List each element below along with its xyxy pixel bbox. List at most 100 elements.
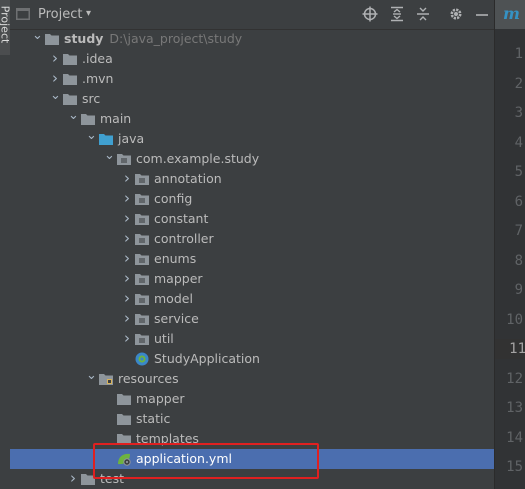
tree-row-static[interactable]: static [10, 409, 494, 429]
tree-item-label: mapper [154, 271, 203, 286]
tree-item-label: mapper [136, 391, 185, 406]
chevron-right-icon[interactable]: › [50, 69, 60, 89]
locate-file-button[interactable] [362, 6, 378, 22]
project-panel: Project ▾ ⌄ study D:\java_project\study … [10, 0, 494, 489]
tree-row-util[interactable]: › util [10, 329, 494, 349]
chevron-right-icon[interactable]: › [122, 289, 132, 309]
chevron-right-icon[interactable]: › [122, 229, 132, 249]
line-number: 12 [506, 370, 523, 387]
package-icon [134, 212, 149, 225]
collapse-all-icon [417, 7, 429, 21]
tree-row-study[interactable]: ⌄ study D:\java_project\study [10, 29, 494, 49]
chevron-right-icon[interactable]: › [68, 469, 78, 489]
project-panel-header: Project ▾ [10, 0, 494, 30]
tree-row-com-example-study[interactable]: ⌄ com.example.study [10, 149, 494, 169]
chevron-down-icon[interactable]: ⌄ [68, 109, 79, 129]
package-icon [134, 172, 149, 185]
chevron-right-icon[interactable]: › [122, 249, 132, 269]
line-number: 5 [514, 164, 523, 180]
chevron-down-icon[interactable]: ⌄ [104, 149, 115, 169]
chevron-down-icon[interactable]: ⌄ [50, 89, 61, 109]
project-path: D:\java_project\study [109, 31, 243, 46]
tree-item-label: .idea [82, 51, 113, 66]
chevron-right-icon[interactable]: › [122, 209, 132, 229]
tree-item-label: java [118, 131, 145, 146]
tree-row-enums[interactable]: › enums [10, 249, 494, 269]
tree-item-label: main [100, 111, 132, 126]
package-icon [134, 292, 149, 305]
highlight-annotation-box [93, 443, 319, 479]
folder-blue-icon [98, 132, 113, 145]
minimize-icon [476, 14, 488, 16]
tree-row-model[interactable]: › model [10, 289, 494, 309]
line-number: 6 [514, 193, 523, 210]
line-number: 1 [514, 46, 523, 62]
project-window-icon [16, 8, 30, 20]
crosshair-icon [362, 6, 378, 22]
line-number: 11 [495, 339, 525, 359]
tree-row-constant[interactable]: › constant [10, 209, 494, 229]
tree-item-label: controller [154, 231, 214, 246]
line-number: 9 [514, 282, 523, 298]
tree-row-service[interactable]: › service [10, 309, 494, 329]
view-dropdown-icon[interactable]: ▾ [86, 8, 91, 19]
package-icon [134, 252, 149, 265]
line-number: 15 [506, 459, 523, 475]
tree-item-label: StudyApplication [154, 351, 260, 366]
editor-tab[interactable]: m [495, 0, 525, 29]
line-number: 3 [514, 105, 523, 121]
expand-all-button[interactable] [389, 6, 405, 22]
tree-row-studyapplication[interactable]: StudyApplication [10, 349, 494, 369]
tree-item-label: enums [154, 251, 197, 266]
spring-class-icon [134, 352, 149, 366]
tree-row-java[interactable]: ⌄ java [10, 129, 494, 149]
tree-row-src[interactable]: ⌄ src [10, 89, 494, 109]
chevron-down-icon[interactable]: ⌄ [32, 29, 43, 49]
project-side-tab[interactable]: Project [0, 0, 11, 55]
line-number: 13 [506, 400, 523, 416]
tree-item-label: src [82, 91, 101, 106]
folder-icon [62, 92, 77, 105]
chevron-right-icon[interactable]: › [122, 269, 132, 289]
tree-item-label: config [154, 191, 193, 206]
line-number: 2 [514, 75, 523, 92]
tree-row-mvn[interactable]: › .mvn [10, 69, 494, 89]
folder-res-icon [98, 372, 113, 385]
tree-row-controller[interactable]: › controller [10, 229, 494, 249]
tree-item-label: annotation [154, 171, 222, 186]
tree-item-label: study D:\java_project\study [64, 31, 243, 46]
chevron-right-icon[interactable]: › [122, 309, 132, 329]
chevron-right-icon[interactable]: › [122, 189, 132, 209]
line-number: 10 [506, 311, 523, 328]
folder-icon [80, 472, 95, 485]
panel-title[interactable]: Project [38, 7, 82, 22]
tree-row-mapper[interactable]: mapper [10, 389, 494, 409]
tree-row-resources[interactable]: ⌄ resources [10, 369, 494, 389]
collapse-all-button[interactable] [415, 6, 431, 22]
line-number: 4 [514, 134, 523, 151]
tree-item-label: util [154, 331, 174, 346]
tree-row-config[interactable]: › config [10, 189, 494, 209]
editor-tab-letter: m [503, 4, 520, 23]
tree-item-label: static [136, 411, 171, 426]
tree-row-idea[interactable]: › .idea [10, 49, 494, 69]
folder-icon [116, 392, 131, 405]
settings-button[interactable] [448, 6, 464, 22]
gear-icon [450, 8, 462, 20]
chevron-down-icon[interactable]: ⌄ [86, 369, 97, 389]
tree-row-main[interactable]: ⌄ main [10, 109, 494, 129]
package-icon [134, 272, 149, 285]
chevron-right-icon[interactable]: › [122, 329, 132, 349]
chevron-right-icon[interactable]: › [122, 169, 132, 189]
hide-panel-button[interactable] [474, 6, 490, 22]
tree-row-mapper[interactable]: › mapper [10, 269, 494, 289]
tree-row-annotation[interactable]: › annotation [10, 169, 494, 189]
package-icon [134, 232, 149, 245]
package-icon [134, 192, 149, 205]
line-number: 7 [514, 223, 523, 239]
tree-item-label: com.example.study [136, 151, 260, 166]
chevron-right-icon[interactable]: › [50, 49, 60, 69]
folder-icon [62, 72, 77, 85]
chevron-down-icon[interactable]: ⌄ [86, 129, 97, 149]
line-number: 14 [506, 429, 523, 446]
